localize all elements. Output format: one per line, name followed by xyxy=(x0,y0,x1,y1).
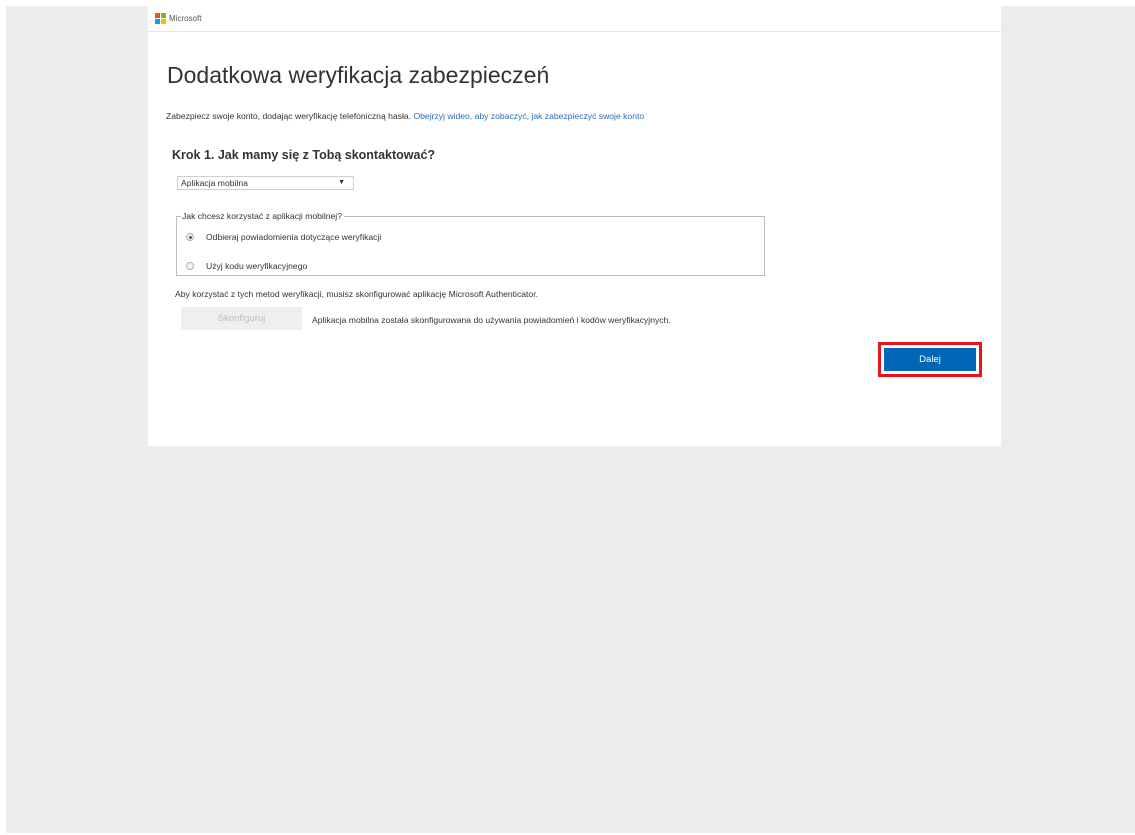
contact-method-value: Aplikacja mobilna xyxy=(181,178,248,188)
step-title: Krok 1. Jak mamy się z Tobą skontaktować… xyxy=(172,148,436,162)
mobile-app-options-group: Jak chcesz korzystać z aplikacji mobilne… xyxy=(176,211,765,276)
header-bar: Microsoft xyxy=(148,6,1001,32)
radio-option-notifications[interactable]: Odbieraj powiadomienia dotyczące weryfik… xyxy=(186,232,381,242)
verification-card: Microsoft Dodatkowa weryfikacja zabezpie… xyxy=(148,6,1001,446)
authenticator-config-note: Aby korzystać z tych metod weryfikacji, … xyxy=(175,289,538,299)
radio-button-unchecked[interactable] xyxy=(186,262,194,270)
radio-option-label: Odbieraj powiadomienia dotyczące weryfik… xyxy=(206,232,382,242)
microsoft-logo: Microsoft xyxy=(155,13,201,24)
radio-button-checked[interactable] xyxy=(186,233,194,241)
next-button[interactable]: Dalej xyxy=(884,348,976,371)
intro-description: Zabezpiecz swoje konto, dodając weryfika… xyxy=(166,111,412,121)
radio-option-verification-code[interactable]: Użyj kodu weryfikacyjnego xyxy=(186,261,307,271)
page-title: Dodatkowa weryfikacja zabezpieczeń xyxy=(167,62,550,88)
logo-square-red xyxy=(155,13,160,18)
logo-square-yellow xyxy=(161,19,166,24)
intro-text: Zabezpiecz swoje konto, dodając weryfika… xyxy=(166,111,644,121)
configure-status-text: Aplikacja mobilna została skonfigurowana… xyxy=(312,315,671,325)
configure-button[interactable]: Skonfiguruj xyxy=(181,307,302,330)
microsoft-logo-icon xyxy=(155,13,166,24)
contact-method-select[interactable]: Aplikacja mobilna ▼ xyxy=(177,176,354,190)
brand-name: Microsoft xyxy=(169,14,202,23)
watch-video-link[interactable]: Obejrzyj wideo, aby zobaczyć, jak zabezp… xyxy=(413,111,644,121)
logo-square-blue xyxy=(155,19,160,24)
page-background: Microsoft Dodatkowa weryfikacja zabezpie… xyxy=(6,6,1135,833)
mobile-app-options-legend: Jak chcesz korzystać z aplikacji mobilne… xyxy=(181,211,344,221)
logo-square-green xyxy=(161,13,166,18)
dropdown-arrow-icon: ▼ xyxy=(338,179,345,186)
radio-option-label: Użyj kodu weryfikacyjnego xyxy=(206,261,308,271)
